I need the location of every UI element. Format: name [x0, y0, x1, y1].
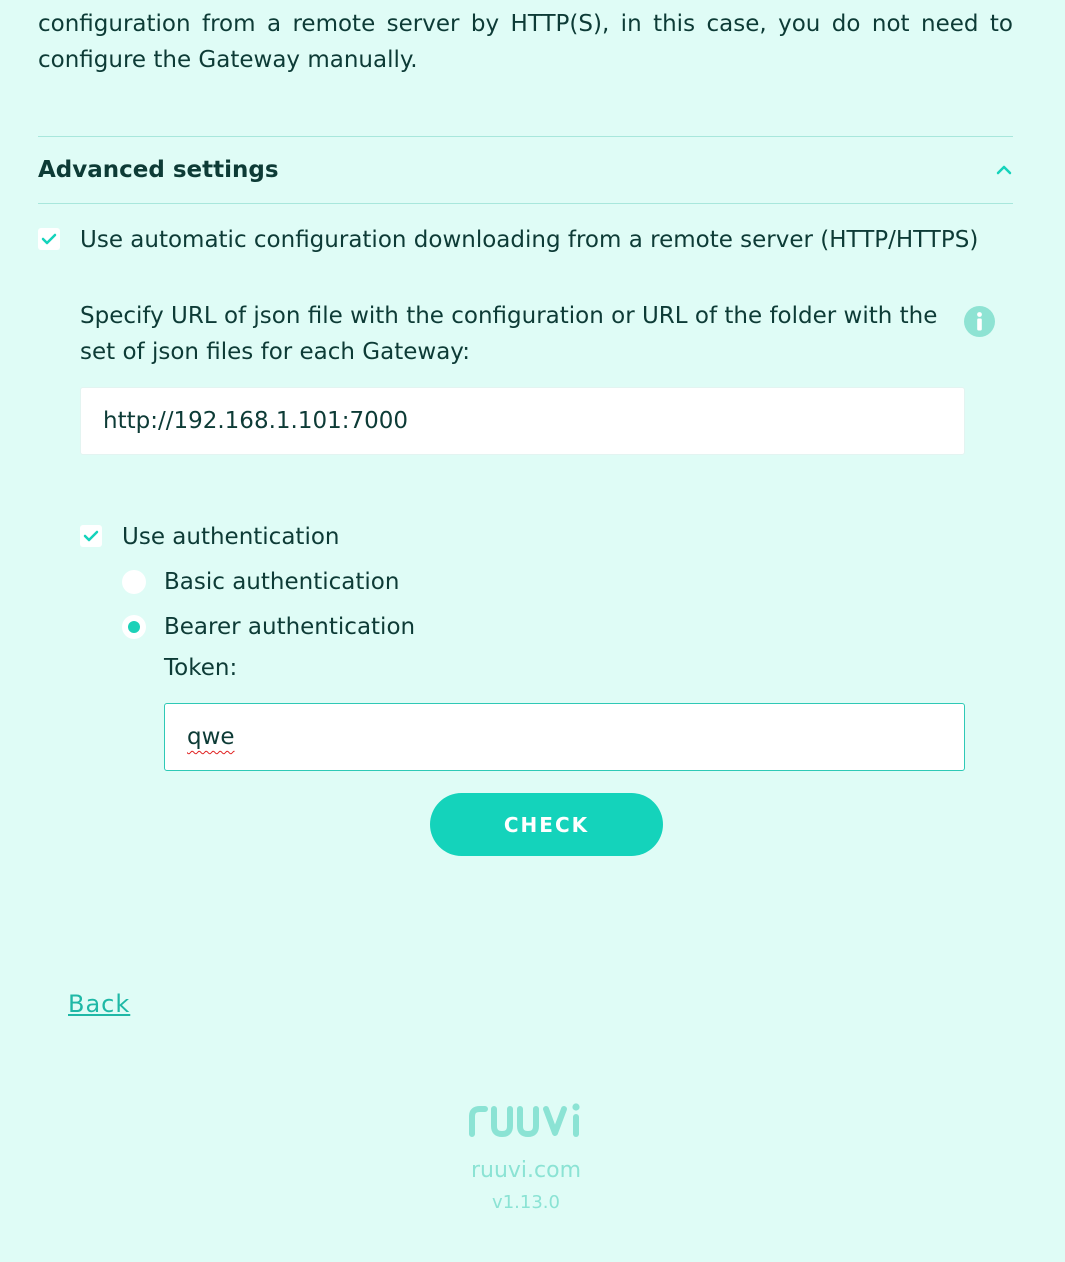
token-input[interactable]: qwe	[164, 703, 965, 771]
back-link[interactable]: Back	[68, 990, 130, 1018]
footer-site-link[interactable]: ruuvi.com	[0, 1158, 1052, 1183]
check-button[interactable]: CHECK	[430, 793, 663, 856]
use-auth-label: Use authentication	[122, 524, 340, 550]
bearer-auth-label: Bearer authentication	[164, 614, 416, 640]
token-label: Token:	[164, 655, 238, 681]
bearer-auth-radio[interactable]	[122, 615, 146, 639]
checkmark-icon	[83, 530, 99, 542]
intro-paragraph: configuration from a remote server by HT…	[38, 11, 1013, 73]
divider-bottom	[38, 203, 1013, 204]
info-icon[interactable]	[964, 306, 995, 337]
advanced-settings-title: Advanced settings	[38, 157, 279, 183]
url-description: Specify URL of json file with the config…	[80, 303, 938, 365]
advanced-settings-toggle[interactable]: Advanced settings	[38, 137, 1013, 203]
auto-config-label: Use automatic configuration downloading …	[80, 227, 979, 253]
version-label: v1.13.0	[492, 1192, 560, 1213]
ruuvi-logo	[469, 1103, 580, 1137]
config-url-value: http://192.168.1.101:7000	[103, 408, 409, 434]
basic-auth-radio[interactable]	[122, 570, 146, 594]
chevron-up-icon	[995, 161, 1013, 179]
checkmark-icon	[41, 233, 57, 245]
use-auth-checkbox[interactable]	[80, 525, 102, 547]
basic-auth-label: Basic authentication	[164, 569, 400, 595]
token-value: qwe	[187, 724, 235, 750]
config-url-input[interactable]: http://192.168.1.101:7000	[80, 387, 965, 455]
radio-selected-dot	[128, 621, 140, 633]
auto-config-checkbox[interactable]	[38, 228, 60, 250]
